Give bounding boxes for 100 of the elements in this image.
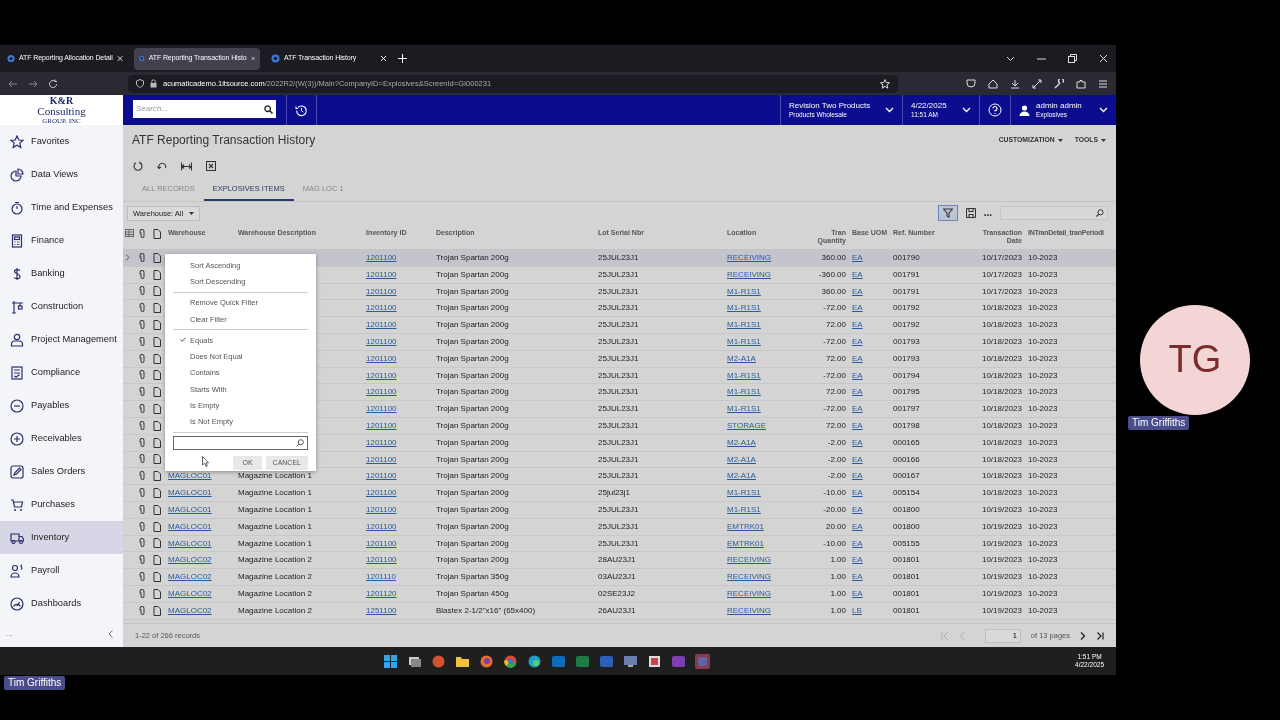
location-link[interactable]: M1-R1S1 — [727, 370, 761, 381]
inventory-id-link[interactable]: 1201100 — [366, 437, 397, 448]
inventory-id-link[interactable]: 1201100 — [366, 269, 397, 280]
warehouse-link[interactable]: MAGLOC01 — [168, 505, 212, 515]
save-icon[interactable] — [965, 208, 976, 218]
paperclip-icon[interactable] — [138, 252, 146, 263]
more-button[interactable]: ... — [983, 207, 992, 219]
uom-link[interactable]: EA — [852, 488, 863, 498]
document-icon[interactable] — [153, 488, 161, 499]
document-icon[interactable] — [153, 521, 161, 532]
filter-button[interactable] — [937, 205, 958, 221]
location-link[interactable]: RECEIVING — [727, 605, 771, 616]
uom-link[interactable]: EA — [852, 589, 863, 599]
uom-link[interactable]: EA — [852, 370, 863, 381]
forward-icon[interactable] — [28, 79, 38, 88]
location-link[interactable]: EMTRK01 — [727, 521, 764, 532]
grid-settings-icon[interactable] — [125, 229, 134, 238]
warehouse-link[interactable]: MAGLOC02 — [168, 555, 212, 566]
document-icon[interactable] — [153, 320, 161, 331]
inventory-id-link[interactable]: 1201100 — [366, 555, 397, 566]
sidebar-item[interactable]: Finance — [0, 224, 123, 257]
inventory-id-link[interactable]: 1201110 — [366, 572, 396, 582]
warehouse-link[interactable]: MAGLOC02 — [168, 605, 212, 616]
document-icon[interactable] — [153, 437, 161, 448]
paperclip-icon[interactable] — [138, 454, 146, 465]
uom-link[interactable]: LB — [852, 605, 862, 616]
location-link[interactable]: M1-R1S1 — [727, 505, 761, 515]
paperclip-icon[interactable] — [138, 504, 146, 515]
paperclip-icon[interactable] — [138, 572, 146, 583]
sidebar-item[interactable]: Purchases — [0, 488, 123, 521]
uom-link[interactable]: EA — [852, 353, 863, 364]
uom-link[interactable]: EA — [852, 387, 863, 398]
inventory-id-link[interactable]: 1201100 — [366, 505, 397, 515]
inventory-id-link[interactable]: 1251100 — [366, 605, 397, 616]
expand-icon[interactable] — [1032, 78, 1042, 89]
uom-link[interactable]: EA — [852, 421, 863, 431]
last-page-icon[interactable] — [1096, 631, 1104, 640]
refresh-icon[interactable] — [133, 161, 143, 171]
inventory-id-link[interactable]: 1201100 — [366, 253, 397, 263]
paperclip-icon[interactable] — [138, 555, 146, 566]
document-icon[interactable] — [153, 538, 161, 549]
location-link[interactable]: M2-A1A — [727, 454, 756, 465]
location-link[interactable]: M1-R1S1 — [727, 320, 761, 330]
uom-link[interactable]: EA — [852, 437, 863, 448]
warehouse-link[interactable]: MAGLOC01 — [168, 471, 212, 482]
location-link[interactable]: M1-R1S1 — [727, 303, 761, 314]
download-icon[interactable] — [1010, 78, 1020, 89]
location-link[interactable]: M1-R1S1 — [727, 337, 761, 347]
app-icon[interactable] — [479, 653, 494, 669]
location-link[interactable]: M2-A1A — [727, 353, 756, 364]
paperclip-icon[interactable] — [138, 320, 146, 331]
location-link[interactable]: EMTRK01 — [727, 538, 764, 549]
sidebar-item[interactable]: Project Management — [0, 323, 123, 356]
paperclip-icon[interactable] — [138, 420, 146, 431]
sidebar-item[interactable]: Dashboards — [0, 587, 123, 620]
document-icon[interactable] — [153, 252, 161, 263]
document-icon[interactable] — [153, 572, 161, 583]
document-icon[interactable] — [153, 387, 161, 398]
paperclip-icon[interactable] — [138, 471, 146, 482]
uom-link[interactable]: EA — [852, 303, 863, 314]
inventory-id-link[interactable]: 1201100 — [366, 421, 397, 431]
paperclip-icon[interactable] — [138, 229, 146, 239]
inventory-id-link[interactable]: 1201100 — [366, 454, 397, 465]
uom-link[interactable]: EA — [852, 404, 863, 414]
document-icon[interactable] — [153, 504, 161, 515]
undo-icon[interactable] — [157, 161, 167, 171]
location-link[interactable]: M1-R1S1 — [727, 488, 761, 498]
document-icon[interactable] — [153, 555, 161, 566]
inventory-id-link[interactable]: 1201100 — [366, 538, 397, 549]
paperclip-icon[interactable] — [138, 387, 146, 398]
search-field[interactable]: Search... — [133, 100, 276, 118]
uom-link[interactable]: EA — [852, 337, 863, 347]
filter-value-field[interactable] — [173, 435, 308, 450]
location-link[interactable]: RECEIVING — [727, 253, 771, 263]
uom-link[interactable]: EA — [852, 286, 863, 297]
uom-link[interactable]: EA — [852, 538, 863, 549]
document-icon[interactable] — [153, 370, 161, 381]
document-icon[interactable] — [153, 336, 161, 347]
inventory-id-link[interactable]: 1201100 — [366, 404, 397, 414]
app-icon[interactable] — [503, 653, 518, 669]
sidebar-item[interactable]: Payroll — [0, 554, 123, 587]
warehouse-link[interactable]: MAGLOC01 — [168, 538, 212, 549]
next-page-icon[interactable] — [1080, 631, 1086, 640]
app-icon[interactable] — [527, 653, 542, 669]
fit-columns-icon[interactable] — [181, 161, 192, 171]
location-link[interactable]: M2-A1A — [727, 471, 756, 482]
inventory-id-link[interactable]: 1201100 — [366, 488, 397, 498]
sidebar-item[interactable]: Payables — [0, 389, 123, 422]
location-link[interactable]: M1-R1S1 — [727, 404, 761, 414]
monitor-icon[interactable] — [623, 653, 638, 669]
document-icon[interactable] — [153, 420, 161, 431]
back-icon[interactable] — [8, 79, 18, 88]
app-icon[interactable] — [647, 653, 662, 669]
help-icon[interactable] — [988, 103, 1002, 117]
document-icon[interactable] — [153, 404, 161, 415]
sidebar-item[interactable]: Inventory — [0, 521, 123, 554]
menu-icon[interactable] — [1098, 79, 1108, 88]
new-tab-icon[interactable] — [398, 54, 407, 63]
inventory-id-link[interactable]: 1201100 — [366, 286, 397, 297]
paperclip-icon[interactable] — [138, 303, 146, 314]
